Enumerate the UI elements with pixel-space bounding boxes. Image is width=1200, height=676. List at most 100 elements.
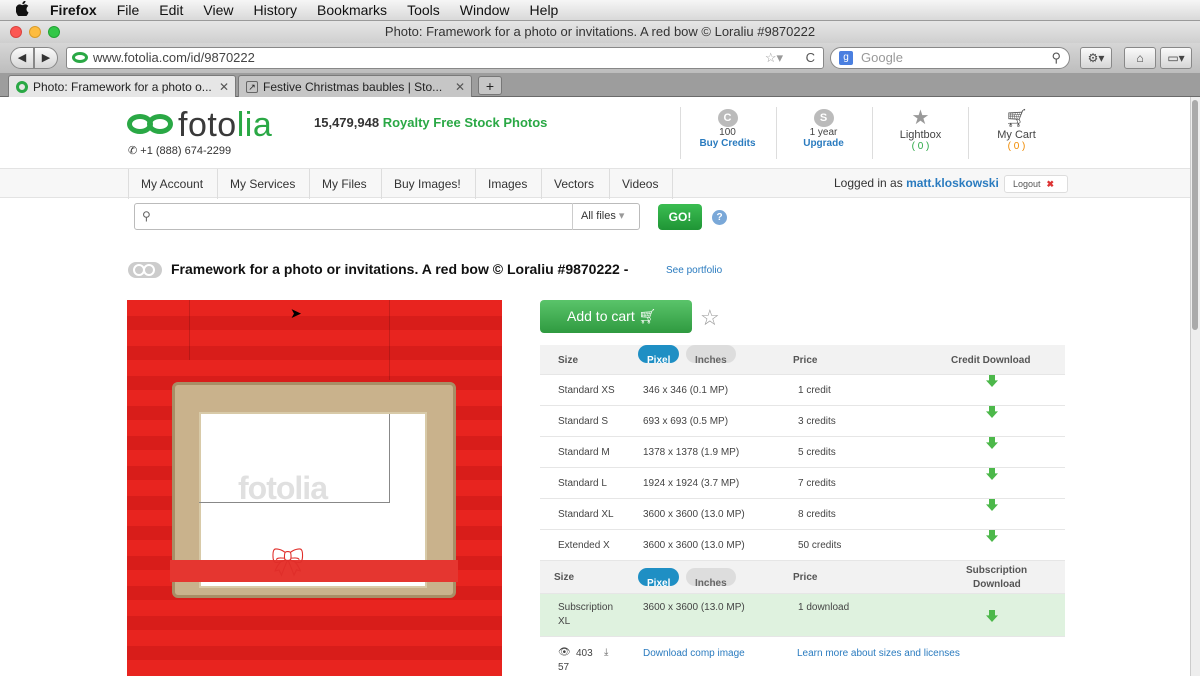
see-portfolio-link[interactable]: See portfolio bbox=[666, 265, 722, 276]
tab-bar: Photo: Framework for a photo o... ✕ ↗ Fe… bbox=[0, 73, 1200, 97]
download-icon[interactable] bbox=[986, 530, 998, 542]
forward-button[interactable]: ▶ bbox=[34, 47, 58, 69]
search-icon[interactable]: ⚲ bbox=[1051, 48, 1061, 68]
nav-my-account[interactable]: My Account bbox=[128, 169, 217, 199]
table-row[interactable]: Standard L 1924 x 1924 (3.7 MP) 7 credits bbox=[540, 468, 1065, 499]
pricing-rows: Standard XS 346 x 346 (0.1 MP) 1 credit Sta… bbox=[540, 375, 1065, 561]
logout-button[interactable]: Logout ✖ bbox=[1004, 175, 1068, 193]
nav-my-files[interactable]: My Files bbox=[309, 169, 381, 199]
menu-edit[interactable]: Edit bbox=[159, 2, 183, 18]
bookmark-star-icon[interactable]: ☆▾ bbox=[765, 48, 783, 68]
menu-history[interactable]: History bbox=[253, 2, 297, 18]
logout-label: Logout bbox=[1013, 179, 1041, 189]
table-row[interactable]: Standard M 1378 x 1378 (1.9 MP) 5 credits bbox=[540, 437, 1065, 468]
site-favicon-icon bbox=[72, 52, 88, 63]
inches-toggle[interactable]: Inches bbox=[686, 568, 736, 589]
go-button[interactable]: GO! bbox=[658, 204, 702, 230]
table-row[interactable]: Standard S 693 x 693 (0.5 MP) 3 credits bbox=[540, 406, 1065, 437]
menu-window[interactable]: Window bbox=[460, 2, 510, 18]
close-tab-icon[interactable]: ✕ bbox=[219, 76, 229, 97]
phone-text: +1 (888) 674-2299 bbox=[140, 145, 232, 157]
search-engine-input[interactable]: g Google ⚲ bbox=[830, 47, 1070, 69]
home-icon: ⌂ bbox=[1136, 51, 1144, 65]
col-credit-download: Credit Download bbox=[951, 355, 1031, 366]
scrollbar-thumb[interactable] bbox=[1192, 100, 1198, 330]
window-icon: ▭▾ bbox=[1167, 51, 1185, 65]
row-name: Standard XS bbox=[558, 385, 615, 396]
nav-buy-images[interactable]: Buy Images! bbox=[381, 169, 475, 199]
zoom-window-button[interactable] bbox=[48, 26, 60, 38]
menu-bookmarks[interactable]: Bookmarks bbox=[317, 2, 387, 18]
help-icon[interactable]: ? bbox=[712, 210, 727, 225]
menu-tools[interactable]: Tools bbox=[407, 2, 440, 18]
menu-firefox[interactable]: Firefox bbox=[50, 2, 97, 18]
watermark: fotolia bbox=[238, 470, 328, 506]
file-type-select[interactable]: All files ▾ bbox=[572, 203, 640, 230]
menu-file[interactable]: File bbox=[117, 2, 140, 18]
close-tab-icon[interactable]: ✕ bbox=[455, 76, 465, 97]
close-window-button[interactable] bbox=[10, 26, 22, 38]
row-dims: 346 x 346 (0.1 MP) bbox=[643, 385, 729, 396]
pixel-toggle[interactable]: Pixel bbox=[638, 345, 680, 366]
row-price: 1 credit bbox=[798, 385, 831, 396]
buy-credits-link[interactable]: Buy Credits bbox=[681, 138, 774, 149]
minimize-window-button[interactable] bbox=[29, 26, 41, 38]
download-icon[interactable] bbox=[986, 437, 998, 449]
menu-button[interactable]: ▭▾ bbox=[1160, 47, 1192, 69]
download-icon[interactable] bbox=[986, 406, 998, 418]
ribbon bbox=[170, 560, 458, 582]
lightbox-label: Lightbox bbox=[899, 129, 942, 141]
pixel-toggle[interactable]: Pixel bbox=[638, 568, 680, 589]
add-to-cart-button[interactable]: Add to cart 🛒︎ bbox=[540, 300, 692, 333]
new-tab-button[interactable]: + bbox=[478, 76, 502, 95]
shopping-cart-icon: 🛒︎ bbox=[1005, 108, 1028, 128]
menu-help[interactable]: Help bbox=[530, 2, 559, 18]
search-input[interactable]: ⚲ bbox=[134, 203, 640, 230]
menu-view[interactable]: View bbox=[203, 2, 233, 18]
username-link[interactable]: matt.kloskowski bbox=[906, 176, 999, 190]
nav-images[interactable]: Images bbox=[475, 169, 541, 199]
lightbox-star-icon: ★ bbox=[911, 107, 930, 129]
nav-videos[interactable]: Videos bbox=[609, 169, 673, 199]
cart-panel[interactable]: 🛒︎ My Cart ( 0 ) bbox=[968, 107, 1064, 159]
addon-icon: ⚙▾ bbox=[1087, 51, 1105, 65]
subscription-panel: S 1 year Upgrade bbox=[776, 107, 870, 159]
table-row[interactable]: Standard XL 3600 x 3600 (13.0 MP) 8 credit… bbox=[540, 499, 1065, 530]
addon-button[interactable]: ⚙▾ bbox=[1080, 47, 1112, 69]
back-button[interactable]: ◀ bbox=[10, 47, 34, 69]
col-size: Size bbox=[554, 572, 575, 583]
subscription-header: Size Pixel Inches Price Subscription Dow… bbox=[540, 561, 1065, 594]
phone-number: ✆ +1 (888) 674-2299 bbox=[128, 145, 232, 157]
download-icon[interactable] bbox=[986, 468, 998, 480]
home-button[interactable]: ⌂ bbox=[1124, 47, 1156, 69]
download-icon[interactable] bbox=[986, 610, 998, 622]
inches-toggle[interactable]: Inches bbox=[686, 345, 736, 366]
download-comp-link[interactable]: Download comp image bbox=[643, 648, 745, 659]
download-icon[interactable] bbox=[986, 499, 998, 511]
subscription-row[interactable]: Subscription XL 3600 x 3600 (13.0 MP) 1 … bbox=[540, 594, 1065, 637]
row-name: Standard L bbox=[558, 478, 607, 489]
pricing-table: Size Pixel Inches Price Credit Download … bbox=[540, 345, 1065, 637]
nav-my-services[interactable]: My Services bbox=[217, 169, 309, 199]
upgrade-link[interactable]: Upgrade bbox=[777, 138, 870, 149]
learn-more-link[interactable]: Learn more about sizes and licenses bbox=[797, 648, 960, 659]
reload-icon[interactable]: C bbox=[806, 48, 815, 68]
tab-photo-active[interactable]: Photo: Framework for a photo o... ✕ bbox=[8, 75, 236, 97]
search-icon: ⚲ bbox=[142, 209, 151, 223]
fotolia-badge-icon bbox=[128, 262, 162, 278]
apple-icon[interactable] bbox=[15, 0, 36, 19]
lightbox-panel[interactable]: ★ Lightbox ( 0 ) bbox=[872, 107, 968, 159]
view-count: 403 bbox=[576, 648, 593, 659]
tab-christmas[interactable]: ↗ Festive Christmas baubles | Sto... ✕ bbox=[238, 75, 472, 97]
nav-vectors[interactable]: Vectors bbox=[541, 169, 609, 199]
download-icon[interactable] bbox=[986, 375, 998, 387]
url-bar[interactable]: www.fotolia.com/id/9870222 ☆▾ C bbox=[66, 47, 824, 69]
chevron-down-icon: ▾ bbox=[618, 210, 625, 222]
credits-value: 100 bbox=[719, 127, 736, 138]
fotolia-logo-icon[interactable] bbox=[127, 110, 177, 140]
add-to-lightbox-star-icon[interactable]: ☆ bbox=[700, 305, 720, 331]
credits-coin-icon: C bbox=[717, 109, 738, 127]
fotolia-logo-text[interactable]: fotolia bbox=[178, 106, 272, 145]
table-row[interactable]: Extended X 3600 x 3600 (13.0 MP) 50 credit… bbox=[540, 530, 1065, 561]
table-row[interactable]: Standard XS 346 x 346 (0.1 MP) 1 credit bbox=[540, 375, 1065, 406]
